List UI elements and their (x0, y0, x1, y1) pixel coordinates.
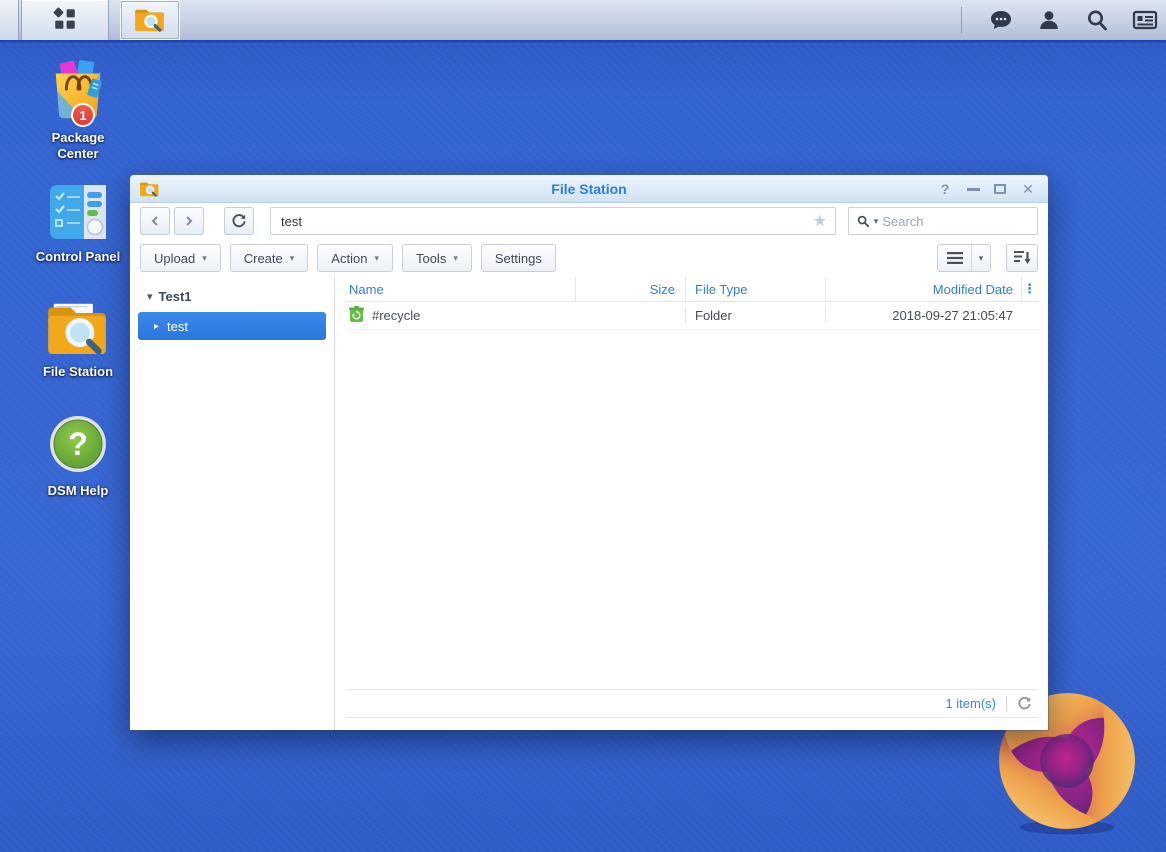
folder-tree-sidebar: ▾ Test1 ▸ test (130, 277, 335, 730)
file-list-panel: Name Size File Type Modified Date ⋮ #rec… (335, 277, 1048, 730)
item-count: 1 item(s) (945, 696, 996, 711)
search-options-caret-icon[interactable]: ▾ (874, 216, 879, 226)
desktop-icon-label: File Station (42, 364, 114, 379)
taskbar (0, 0, 1166, 40)
caret-down-icon: ▾ (453, 252, 458, 263)
user-icon[interactable] (1036, 7, 1062, 33)
create-button[interactable]: Create ▾ (229, 244, 309, 272)
upload-button[interactable]: Upload ▾ (140, 244, 221, 272)
window-controls: ? ✕ (937, 175, 1036, 203)
column-header-file-type[interactable]: File Type (685, 277, 825, 301)
refresh-button[interactable] (224, 207, 254, 235)
file-list-empty-area[interactable] (347, 330, 1038, 689)
sort-button[interactable] (1006, 244, 1038, 272)
recycle-folder-icon (349, 306, 364, 325)
close-icon[interactable]: ✕ (1020, 175, 1036, 203)
file-row-recycle[interactable]: #recycle Folder 2018-09-27 21:05:47 (347, 302, 1038, 330)
action-button[interactable]: Action ▾ (317, 244, 393, 272)
list-view-icon (946, 252, 963, 264)
file-station-icon (135, 6, 165, 35)
taskbar-underline (0, 40, 1166, 43)
file-station-icon (48, 300, 108, 357)
column-header-name[interactable]: Name (347, 277, 575, 301)
maximize-icon[interactable] (994, 184, 1006, 194)
toolbar: Upload ▾ Create ▾ Action ▾ Tools ▾ Setti… (130, 239, 1048, 277)
titlebar[interactable]: File Station ? ✕ (130, 175, 1048, 203)
tree-collapsed-icon: ▸ (154, 320, 160, 332)
file-type: Folder (685, 308, 825, 323)
tree-item-test-selected[interactable]: ▸ test (138, 312, 326, 340)
chat-icon[interactable] (988, 7, 1014, 33)
column-header-size[interactable]: Size (575, 277, 685, 301)
forward-button[interactable] (174, 207, 204, 235)
tree-root-test1[interactable]: ▾ Test1 (130, 284, 334, 308)
taskbar-tray (961, 0, 1158, 40)
caret-down-icon: ▾ (978, 252, 984, 263)
minimize-icon[interactable] (967, 187, 980, 191)
desktop-icon-label: Package Center (51, 130, 105, 161)
column-menu-icon[interactable]: ⋮ (1021, 277, 1037, 301)
search-box: ▾ (848, 207, 1038, 235)
file-station-window: File Station ? ✕ ★ ▾ Upload ▾ (130, 175, 1048, 730)
refresh-icon (232, 214, 246, 228)
tray-separator (961, 7, 962, 33)
view-mode-split-button: ▾ (937, 244, 991, 272)
search-icon (857, 215, 870, 227)
window-title: File Station (551, 180, 627, 197)
status-separator (1006, 696, 1007, 711)
view-mode-caret-button[interactable]: ▾ (971, 245, 990, 271)
resource-monitor-icon[interactable] (1132, 7, 1158, 33)
desktop-icon-label: DSM Help (47, 483, 109, 498)
desktop-icon-package-center[interactable]: 1 Package Center (20, 58, 136, 162)
file-station-icon (140, 180, 159, 197)
file-name: #recycle (372, 308, 421, 323)
path-input[interactable] (271, 213, 805, 229)
sort-icon (1013, 251, 1030, 264)
file-modified-date: 2018-09-27 21:05:47 (825, 308, 1021, 323)
file-list-header: Name Size File Type Modified Date ⋮ (347, 277, 1038, 302)
caret-down-icon: ▾ (374, 252, 379, 263)
window-body: ▾ Test1 ▸ test Name Size File Type Modif… (130, 277, 1048, 730)
desktop-icon-control-panel[interactable]: Control Panel (20, 185, 136, 265)
desktop-icon-label: Control Panel (35, 249, 121, 264)
desktop-icon-dsm-help[interactable]: ? DSM Help (20, 415, 136, 499)
list-view-button[interactable] (938, 245, 971, 271)
taskbar-file-station-button[interactable] (120, 0, 180, 40)
back-button[interactable] (140, 207, 170, 235)
status-refresh-button[interactable] (1017, 696, 1032, 711)
chevron-right-icon (186, 216, 193, 226)
package-center-badge: 1 (71, 103, 95, 127)
svg-text:?: ? (68, 426, 88, 462)
search-input[interactable] (882, 213, 1029, 229)
navigation-bar: ★ ▾ (130, 203, 1048, 239)
settings-button[interactable]: Settings (480, 244, 556, 272)
caret-down-icon: ▾ (289, 252, 295, 263)
show-desktop-strip[interactable] (0, 0, 19, 40)
tree-expanded-icon: ▾ (147, 290, 153, 303)
refresh-icon (1018, 697, 1031, 710)
caret-down-icon: ▾ (202, 252, 207, 263)
tools-button[interactable]: Tools ▾ (401, 244, 472, 272)
help-icon[interactable]: ? (937, 175, 953, 203)
dsm-help-icon: ? (49, 415, 107, 476)
desktop-icon-file-station[interactable]: File Station (20, 300, 136, 380)
main-menu-button[interactable] (21, 0, 109, 40)
column-header-modified-date[interactable]: Modified Date (825, 277, 1021, 301)
bookmark-star-icon[interactable]: ★ (805, 211, 835, 231)
control-panel-icon (50, 185, 106, 242)
main-menu-icon (52, 6, 78, 35)
search-icon[interactable] (1084, 7, 1110, 33)
status-bar: 1 item(s) (347, 689, 1038, 718)
chevron-left-icon (151, 216, 158, 226)
address-bar: ★ (270, 207, 836, 235)
